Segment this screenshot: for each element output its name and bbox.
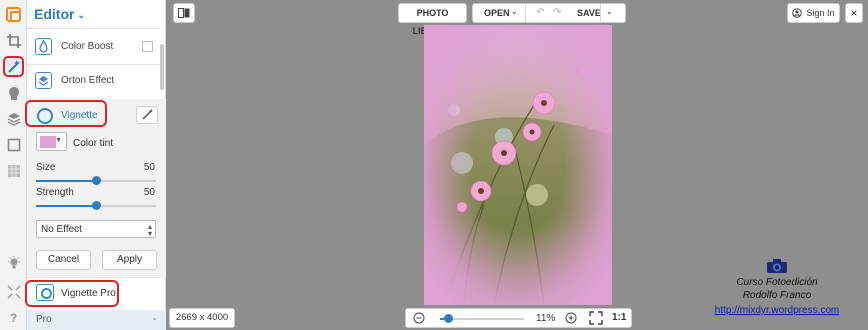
sign-in-button[interactable]: Sign In: [787, 3, 840, 23]
zoom-slider-thumb[interactable]: [443, 314, 453, 323]
strength-value: 50: [143, 187, 155, 198]
panel-scrollbar[interactable]: [160, 44, 164, 90]
photo-canvas[interactable]: [424, 25, 612, 305]
redo-icon[interactable]: ↷: [553, 7, 561, 18]
open-button[interactable]: OPEN: [484, 8, 510, 18]
zoom-in-icon[interactable]: [564, 311, 578, 325]
highlight-box: [25, 280, 119, 307]
effect-select-value: No Effect: [41, 224, 82, 235]
fit-screen-icon[interactable]: [589, 311, 603, 325]
watermark-line1: Curso Fotoedición: [736, 277, 818, 288]
divider: [27, 28, 161, 29]
zoom-slider[interactable]: [440, 314, 524, 323]
strength-slider[interactable]: [36, 201, 156, 210]
chevron-down-icon: ▼: [55, 137, 62, 144]
photo-library-button[interactable]: PHOTO LIBRARY: [398, 3, 467, 36]
divider: [600, 4, 601, 22]
color-boost-icon: [35, 38, 52, 55]
color-tint-picker[interactable]: ▼: [36, 132, 67, 151]
brush-button[interactable]: [136, 106, 158, 124]
strength-slider-thumb[interactable]: [91, 201, 101, 210]
divider: [525, 4, 526, 22]
watermark: Curso Fotoedición Rodolfo Franco http://…: [704, 258, 850, 317]
watermark-link[interactable]: http://mixdyr.wordpress.com: [704, 304, 850, 317]
chevron-down-icon: ⌄: [151, 313, 158, 322]
file-operations-bar: OPEN ⌄ ↶ ↷ SAVE ⌄: [472, 3, 626, 23]
highlight-box: [25, 100, 107, 127]
image-badge-icon: [142, 41, 153, 52]
texture-icon[interactable]: [3, 160, 24, 181]
camera-logo-icon: [767, 259, 787, 273]
user-icon: [792, 8, 803, 18]
orton-icon: [35, 72, 52, 89]
strength-label: Strength: [36, 187, 74, 198]
strength-slider-fill: [36, 205, 96, 207]
size-slider-thumb[interactable]: [91, 176, 101, 185]
collapse-icon[interactable]: [3, 281, 24, 302]
zoom-out-icon[interactable]: [412, 311, 426, 325]
sign-in-label: Sign In: [806, 8, 835, 18]
color-tint-label: Color tint: [73, 138, 114, 149]
effect-select[interactable]: No Effect ▴ ▾: [36, 220, 156, 238]
actual-size-button[interactable]: 1:1: [612, 312, 626, 323]
panel-title-text: Editor: [34, 6, 75, 22]
help-icon[interactable]: ?: [3, 307, 24, 328]
watermark-line2: Rodolfo Franco: [742, 290, 812, 301]
effect-label: Orton Effect: [61, 75, 115, 86]
effect-color-boost[interactable]: Color Boost: [27, 30, 161, 64]
divider: [27, 277, 161, 278]
zoom-percent: 11%: [536, 313, 556, 324]
effect-orton[interactable]: Orton Effect: [27, 64, 161, 98]
chevron-down-icon[interactable]: ⌄: [511, 7, 518, 16]
size-slider[interactable]: [36, 176, 156, 185]
save-button[interactable]: SAVE: [577, 8, 601, 18]
chevron-down-icon: ⌄: [77, 9, 85, 20]
undo-icon[interactable]: ↶: [536, 7, 544, 18]
compare-button[interactable]: [173, 3, 195, 23]
image-dimensions: 2669 x 4000: [169, 308, 235, 328]
portrait-icon[interactable]: [3, 82, 24, 103]
layers-icon[interactable]: [3, 108, 24, 129]
app-logo-icon[interactable]: [3, 4, 24, 25]
effect-label: Color Boost: [61, 41, 114, 52]
chevron-down-icon[interactable]: ⌄: [606, 7, 613, 16]
pro-dropdown-label: Pro: [36, 314, 52, 325]
panel-title[interactable]: Editor ⌄: [34, 6, 85, 22]
apply-button[interactable]: Apply: [102, 250, 157, 270]
pro-dropdown[interactable]: Pro ⌄: [27, 310, 166, 330]
frame-icon[interactable]: [3, 134, 24, 155]
tool-rail: ?: [0, 0, 27, 330]
select-arrows-icon: ▴ ▾: [147, 222, 152, 238]
magic-wand-icon[interactable]: [3, 56, 24, 77]
lightbulb-icon[interactable]: [3, 252, 24, 273]
close-button[interactable]: ×: [845, 3, 863, 23]
editor-panel: Editor ⌄ Color Boost Orton Effect Vignett…: [25, 0, 166, 330]
size-value: 50: [143, 162, 155, 173]
crop-icon[interactable]: [3, 30, 24, 51]
tint-swatch: [40, 136, 56, 148]
size-label: Size: [36, 162, 56, 173]
cancel-button[interactable]: Cancel: [36, 250, 91, 270]
zoom-bar: 11% 1:1: [405, 308, 632, 328]
size-slider-fill: [36, 180, 96, 182]
